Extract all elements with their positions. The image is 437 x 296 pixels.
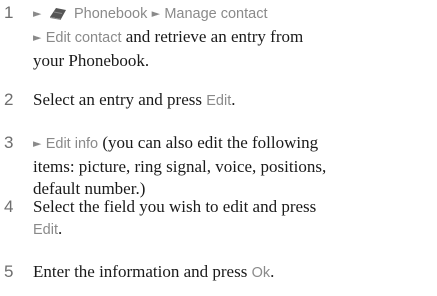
right-arrow-icon: ► xyxy=(33,137,42,150)
step-body: ► Edit info (you can also edit the follo… xyxy=(33,132,433,200)
step-body: ► Phonebook ► Manage contact ► Edit cont… xyxy=(33,2,433,72)
right-arrow-icon: ► xyxy=(151,7,161,20)
key-ok: Ok xyxy=(251,265,271,281)
step-number: 2 xyxy=(4,90,14,109)
step-line: ► Edit contact and retrieve an entry fro… xyxy=(33,26,433,50)
step-text: (you can also edit the following xyxy=(102,133,319,152)
step-line: Select the field you wish to edit and pr… xyxy=(33,197,317,216)
step-text: Select an entry and press xyxy=(33,90,202,109)
step-line: items: picture, ring signal, voice, posi… xyxy=(33,157,327,176)
step-end: . xyxy=(270,262,275,281)
step-body: Select the field you wish to edit and pr… xyxy=(33,196,433,241)
step-line: Select an entry and press Edit. xyxy=(33,89,433,112)
step-end: . xyxy=(58,219,63,238)
step-number: 3 xyxy=(4,133,14,152)
menu-edit-contact: Edit contact xyxy=(45,30,122,46)
step-line: Edit. xyxy=(33,218,433,241)
step-line: ► Edit info (you can also edit the follo… xyxy=(33,132,433,156)
step-end: . xyxy=(231,90,236,109)
step-body: Select an entry and press Edit. xyxy=(33,89,433,112)
step-text: Enter the information and press xyxy=(33,262,248,281)
key-edit: Edit xyxy=(206,93,232,109)
menu-phonebook: Phonebook xyxy=(73,6,148,22)
step-number: 4 xyxy=(4,197,14,216)
phonebook-icon xyxy=(48,4,68,26)
step-number: 5 xyxy=(4,262,14,281)
step-text: and retrieve an entry from xyxy=(125,27,304,46)
menu-manage-contact: Manage contact xyxy=(164,6,268,22)
step-line: Enter the information and press Ok. xyxy=(33,261,433,284)
right-arrow-icon: ► xyxy=(33,7,42,20)
step-body: Enter the information and press Ok. xyxy=(33,261,433,284)
step-number: 1 xyxy=(4,3,14,22)
step-line: your Phonebook. xyxy=(33,51,150,70)
right-arrow-icon: ► xyxy=(33,31,42,44)
menu-path-line: ► Phonebook ► Manage contact xyxy=(33,2,433,26)
menu-edit-info: Edit info xyxy=(45,136,99,152)
key-edit: Edit xyxy=(33,222,58,238)
